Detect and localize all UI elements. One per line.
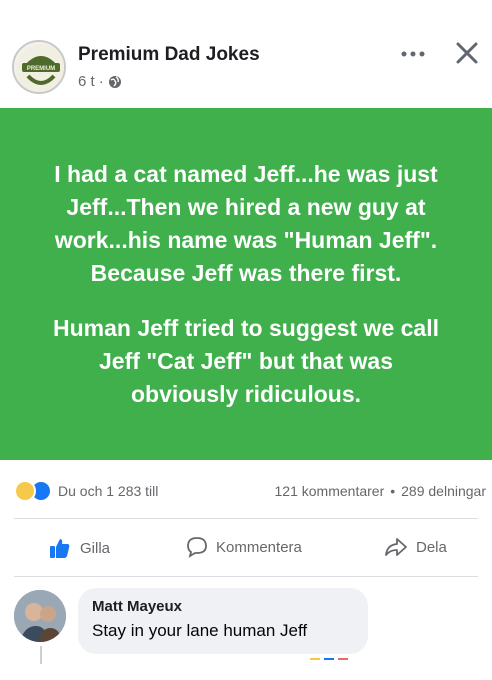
counts-separator: • <box>390 483 396 499</box>
comment-button[interactable]: Kommentera <box>186 536 302 558</box>
post-stats: Du och 1 283 till 121 kommentarer • 289 … <box>0 472 492 508</box>
share-button[interactable]: Dela <box>384 536 447 558</box>
share-label: Dela <box>416 538 447 556</box>
meta-separator: · <box>98 73 104 90</box>
post-actions: Gilla Kommentera Dela <box>0 528 492 568</box>
post-text-card: I had a cat named Jeff...he was just Jef… <box>0 108 492 460</box>
thumbs-up-icon <box>50 539 70 558</box>
divider <box>14 576 478 577</box>
engagement-counts: 121 kommentarer • 289 delningar <box>275 483 486 499</box>
comments-count[interactable]: 121 kommentarer <box>275 483 385 499</box>
post-time[interactable]: 6 t <box>78 73 95 90</box>
post-meta: 6 t · <box>78 73 122 90</box>
avatar-text: PREMIUM <box>27 66 55 72</box>
thread-line <box>40 646 42 664</box>
reactions-summary[interactable]: Du och 1 283 till <box>14 480 158 502</box>
comment-author[interactable]: Matt Mayeux <box>92 598 354 615</box>
more-options-icon[interactable] <box>398 44 428 64</box>
divider <box>14 518 478 519</box>
reaction-dots <box>310 658 348 660</box>
post-paragraph: Human Jeff tried to suggest we call Jeff… <box>53 314 439 407</box>
like-label: Gilla <box>80 539 111 557</box>
comment-label: Kommentera <box>216 538 302 556</box>
comment-bubble: Matt Mayeux Stay in your lane human Jeff <box>78 588 368 654</box>
share-arrow-icon <box>385 538 407 556</box>
page-avatar[interactable]: PREMIUM <box>12 40 66 94</box>
comment: Matt Mayeux Stay in your lane human Jeff <box>0 578 492 680</box>
haha-reaction-icon <box>14 480 36 502</box>
like-button[interactable]: Gilla <box>48 536 110 560</box>
post-header: PREMIUM Premium Dad Jokes 6 t · <box>0 0 492 108</box>
premium-logo-icon: PREMIUM <box>16 44 64 92</box>
page-name[interactable]: Premium Dad Jokes <box>78 44 260 66</box>
shares-count[interactable]: 289 delningar <box>401 483 486 499</box>
close-icon[interactable] <box>454 40 480 66</box>
post-paragraph: I had a cat named Jeff...he was just Jef… <box>54 160 438 286</box>
comment-text: Stay in your lane human Jeff <box>92 621 308 640</box>
comment-bubble-icon <box>187 537 207 558</box>
globe-icon <box>108 75 121 88</box>
commenter-avatar[interactable] <box>14 590 66 642</box>
reactions-text: Du och 1 283 till <box>58 483 159 499</box>
